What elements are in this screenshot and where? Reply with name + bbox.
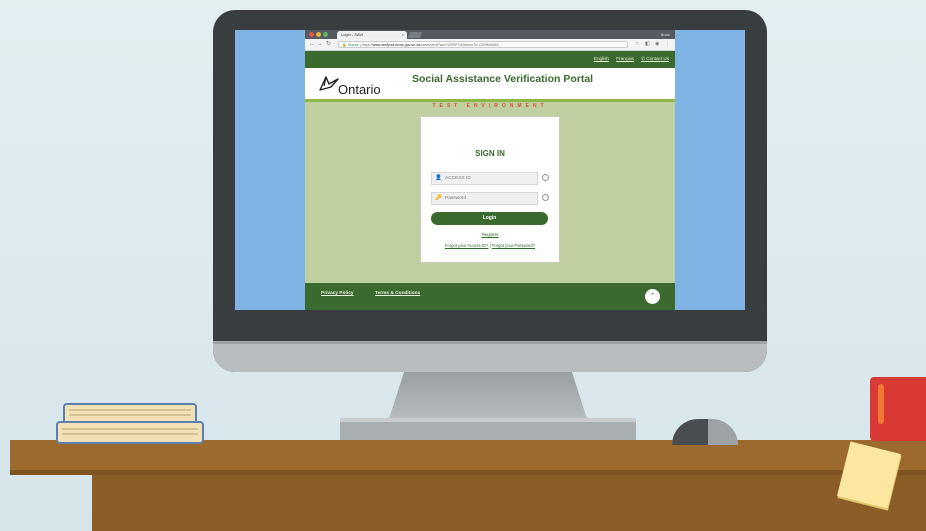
nav-links: English Français ✆ Contact Us xyxy=(588,56,669,62)
password-help-icon[interactable]: ? xyxy=(542,194,549,201)
trillium-logo-icon xyxy=(319,76,339,91)
access-id-placeholder: ACCESS ID xyxy=(445,176,471,181)
url-domain: www.verify.sa.mcss.gov.on.ca xyxy=(372,43,421,47)
close-window-icon[interactable] xyxy=(309,32,314,37)
ontario-logo[interactable]: Ontario xyxy=(318,75,388,97)
forward-arrow-icon[interactable]: → xyxy=(317,40,323,49)
maximize-window-icon[interactable] xyxy=(323,32,328,37)
tab-title: Login - SAVI xyxy=(341,32,364,37)
monitor-screen: Login - SAVI × Brian ← → ↻ 🔒 Secure | ht… xyxy=(235,30,745,310)
key-icon: 🔑 xyxy=(435,195,442,201)
forgot-password-link[interactable]: Forgot your Password? xyxy=(492,243,535,248)
bookmark-star-icon[interactable]: ☆ xyxy=(635,41,639,48)
nav-link-contact-us[interactable]: ✆ Contact Us xyxy=(641,56,669,61)
access-id-input[interactable]: 👤 ACCESS ID xyxy=(431,172,538,185)
minimize-window-icon[interactable] xyxy=(316,32,321,37)
monitor-stand-base-top xyxy=(340,418,636,422)
coffee-mug xyxy=(870,377,926,441)
new-tab-button[interactable] xyxy=(407,32,423,38)
back-arrow-icon[interactable]: ← xyxy=(309,40,315,49)
site-footer: Privacy Policy Terms & Conditions ⌃ xyxy=(305,283,675,310)
forgot-access-id-link[interactable]: Forgot your Access ID? xyxy=(445,243,489,248)
book-page-line xyxy=(69,409,191,411)
terms-conditions-link[interactable]: Terms & Conditions xyxy=(375,291,420,296)
desk-top xyxy=(10,440,926,474)
url-prefix: https:// xyxy=(361,43,373,47)
browser-user-label[interactable]: Brian xyxy=(661,30,670,39)
password-placeholder: Password xyxy=(445,196,467,201)
top-nav-bar: English Français ✆ Contact Us xyxy=(305,51,675,68)
privacy-policy-link[interactable]: Privacy Policy xyxy=(321,291,354,296)
monitor-chin-divider xyxy=(213,341,767,344)
nav-link-english[interactable]: English xyxy=(594,56,609,61)
password-input[interactable]: 🔑 Password xyxy=(431,192,538,205)
header-accent-rule xyxy=(305,99,675,102)
access-id-help-icon[interactable]: ? xyxy=(542,174,549,181)
register-link[interactable]: Register xyxy=(421,232,559,237)
book-page-line xyxy=(62,428,198,430)
book-bottom xyxy=(56,421,204,444)
url-path: /sams/veri/Flow=VERIFY&ReturnTo=OSNM#S8A xyxy=(420,43,499,47)
web-page: English Français ✆ Contact Us Ontario So… xyxy=(305,51,675,310)
site-header: Ontario Social Assistance Verification P… xyxy=(305,68,675,99)
address-bar[interactable]: 🔒 Secure | https://www.verify.sa.mcss.go… xyxy=(338,41,628,48)
tab-close-icon[interactable]: × xyxy=(402,31,404,39)
profile-icon[interactable]: ◉ xyxy=(655,41,659,48)
nav-link-french[interactable]: Français xyxy=(616,56,634,61)
secure-lock-label: 🔒 Secure xyxy=(342,43,359,47)
reload-icon[interactable]: ↻ xyxy=(326,40,331,49)
book-page-line xyxy=(62,433,198,435)
portal-title: Social Assistance Verification Portal xyxy=(412,73,594,85)
extension-icon[interactable]: ◧ xyxy=(645,41,650,48)
forgot-separator: | xyxy=(489,243,491,248)
browser-titlebar: Login - SAVI × Brian xyxy=(305,30,675,39)
monitor-stand-neck xyxy=(388,372,588,422)
forgot-links: Forgot your Access ID? | Forgot your Pas… xyxy=(421,243,559,248)
browser-tab[interactable]: Login - SAVI × xyxy=(337,31,407,39)
monitor-chin xyxy=(213,341,767,372)
login-button[interactable]: Login xyxy=(431,212,548,225)
menu-icon[interactable]: ⋮ xyxy=(665,41,670,48)
desk-front xyxy=(92,475,926,531)
mug-highlight xyxy=(878,384,884,424)
secure-label: Secure xyxy=(347,43,359,47)
test-environment-banner: TEST ENVIRONMENT xyxy=(432,103,548,109)
logo-wordmark: Ontario xyxy=(338,82,381,97)
browser-toolbar: ← → ↻ 🔒 Secure | https://www.verify.sa.m… xyxy=(305,39,675,51)
signin-title: SIGN IN xyxy=(475,149,505,158)
user-icon: 👤 xyxy=(435,175,442,181)
back-to-top-button[interactable]: ⌃ xyxy=(645,289,660,304)
book-page-line xyxy=(69,414,191,416)
signin-card: SIGN IN 👤 ACCESS ID ? 🔑 Password ? Login… xyxy=(420,116,560,263)
